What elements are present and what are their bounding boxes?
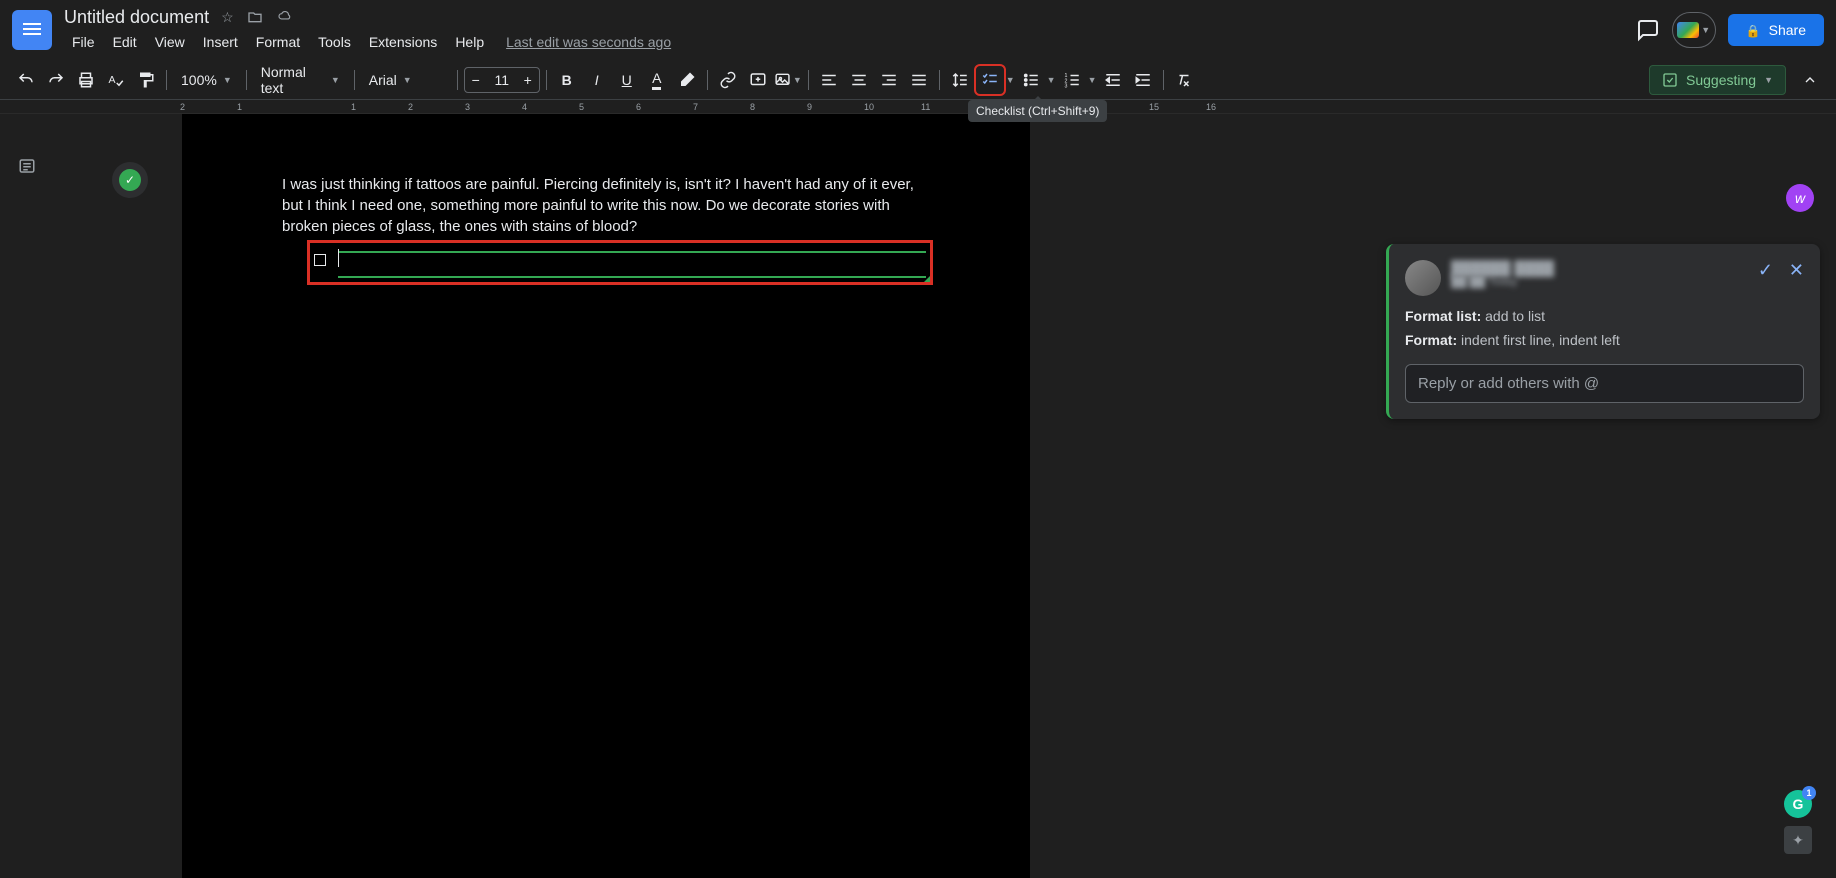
font-size-input[interactable] [487,72,517,88]
collapse-toolbar-button[interactable] [1796,66,1824,94]
line-spacing-button[interactable] [946,66,974,94]
highlight-color-button[interactable] [673,66,701,94]
suggestion-text: add to list [1481,308,1545,324]
checklist-checkbox-icon[interactable] [314,254,326,266]
suggestion-highlight-bottom [338,276,926,278]
document-outline-button[interactable] [12,154,42,178]
align-center-button[interactable] [845,66,873,94]
menu-format[interactable]: Format [248,30,308,54]
suggestion-detail-row: Format list: add to list [1405,308,1804,324]
comment-history-icon[interactable] [1636,18,1660,42]
suggestion-author-name: ██████ ████ [1451,260,1748,276]
suggestion-label: Format list: [1405,308,1481,324]
increase-font-size-button[interactable]: + [517,68,539,92]
text-cursor [338,249,339,267]
svg-text:3: 3 [1064,83,1067,89]
reply-input[interactable]: Reply or add others with @ [1405,364,1804,403]
star-icon[interactable]: ☆ [221,9,234,26]
underline-button[interactable]: U [613,66,641,94]
add-comment-button[interactable] [744,66,772,94]
checklist-button[interactable] [976,66,1004,94]
paragraph-style-select[interactable]: Normal text▼ [253,60,348,100]
suggestion-timestamp: ██:██ Today [1451,276,1748,288]
bold-button[interactable]: B [553,66,581,94]
reject-suggestion-button[interactable]: ✕ [1789,260,1804,281]
editing-mode-button[interactable]: Suggesting ▼ [1649,65,1786,95]
ruler[interactable]: 2 1 1 2 3 4 5 6 7 8 9 10 11 12 13 14 15 … [0,100,1836,114]
checklist-dropdown-icon[interactable]: ▼ [1006,75,1015,85]
menu-help[interactable]: Help [447,30,492,54]
suggestion-detail-row: Format: indent first line, indent left [1405,332,1804,348]
paint-format-button[interactable] [132,66,160,94]
user-avatar-icon [1405,260,1441,296]
check-icon: ✓ [119,169,141,191]
accept-all-suggestions-pill[interactable]: ✓ [112,162,148,198]
align-left-button[interactable] [815,66,843,94]
lock-icon [1746,22,1761,38]
cloud-status-icon[interactable] [276,9,294,26]
explore-button[interactable]: ✦ [1784,826,1812,854]
move-icon[interactable] [246,9,264,26]
share-label: Share [1769,22,1806,38]
align-right-button[interactable] [875,66,903,94]
numbered-list-dropdown-icon[interactable]: ▼ [1088,75,1097,85]
svg-text:A: A [109,74,116,86]
suggestion-triangle-icon [924,276,930,282]
suggestion-highlight-top [338,251,926,253]
share-button[interactable]: Share [1728,14,1824,46]
accept-suggestion-button[interactable]: ✓ [1758,260,1773,281]
decrease-indent-button[interactable] [1099,66,1127,94]
bulleted-list-button[interactable] [1017,66,1045,94]
suggestion-label: Format: [1405,332,1457,348]
checklist-tooltip: Checklist (Ctrl+Shift+9) [968,100,1107,122]
decrease-font-size-button[interactable]: − [465,68,487,92]
clear-formatting-button[interactable] [1170,66,1198,94]
suggesting-label: Suggesting [1686,72,1756,88]
last-edit-link[interactable]: Last edit was seconds ago [506,34,671,50]
text-color-button[interactable]: A [643,66,671,94]
menu-edit[interactable]: Edit [105,30,145,54]
grammarly-badge: 1 [1802,786,1816,800]
document-paragraph[interactable]: I was just thinking if tattoos are painf… [282,174,930,237]
bulleted-list-dropdown-icon[interactable]: ▼ [1047,75,1056,85]
suggestion-card: ██████ ████ ██:██ Today ✓ ✕ Format list:… [1386,244,1820,419]
undo-button[interactable] [12,66,40,94]
menu-tools[interactable]: Tools [310,30,359,54]
align-justify-button[interactable] [905,66,933,94]
grammarly-icon[interactable]: G 1 [1784,790,1812,818]
menu-extensions[interactable]: Extensions [361,30,445,54]
increase-indent-button[interactable] [1129,66,1157,94]
checklist-item-row[interactable] [310,243,930,282]
document-title[interactable]: Untitled document [64,7,209,28]
suggesting-icon [1662,72,1678,88]
zoom-select[interactable]: 100%▼ [173,68,240,92]
menu-insert[interactable]: Insert [195,30,246,54]
insert-link-button[interactable] [714,66,742,94]
menu-file[interactable]: File [64,30,103,54]
spellcheck-button[interactable]: A [102,66,130,94]
meet-button[interactable]: ▼ [1672,12,1716,48]
redo-button[interactable] [42,66,70,94]
numbered-list-button[interactable]: 123 [1058,66,1086,94]
font-select[interactable]: Arial▼ [361,68,451,92]
insert-image-button[interactable]: ▼ [774,66,802,94]
italic-button[interactable]: I [583,66,611,94]
docs-app-icon[interactable] [12,10,52,50]
menu-view[interactable]: View [147,30,193,54]
collaborator-avatar[interactable]: w [1786,184,1814,212]
document-page[interactable]: ✓ I was just thinking if tattoos are pai… [182,114,1030,878]
suggestion-text: indent first line, indent left [1457,332,1620,348]
print-button[interactable] [72,66,100,94]
